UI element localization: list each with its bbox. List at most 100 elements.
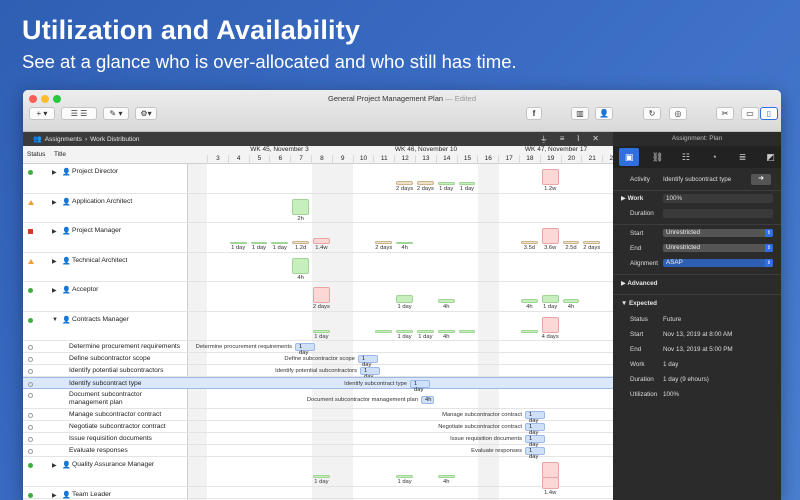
show-inspector-button[interactable]: ▯ [760,107,778,120]
alignment-select[interactable]: ASAP ⇕ [663,259,773,267]
task-row[interactable]: Negotiate subcontractor contract Negotiat… [23,421,613,436]
start-select[interactable]: Unrestricted ⇕ [663,229,773,237]
task-duration-pill[interactable]: 1 day [360,367,380,380]
utilization-bar[interactable] [541,462,559,478]
style-icon[interactable]: ◩ [761,148,781,166]
disclosure-collapsed-icon[interactable]: ▶ [52,169,57,176]
outline-indent-buttons[interactable]: ☰ ☰ [61,107,97,120]
utilization-bar[interactable] [292,257,309,274]
task-row[interactable]: Document subcontractor management plan Do… [23,389,613,409]
broom-icon[interactable]: ⌇ [576,134,580,145]
utilization-bar[interactable] [562,299,580,303]
filter-icon[interactable]: ⏚ [540,134,548,145]
clock-icon[interactable]: ◔ [704,148,724,166]
disclosure-collapsed-icon[interactable]: ▶ [52,492,57,499]
work-field[interactable]: 100% [663,194,773,203]
utilization-bar[interactable] [541,476,559,489]
link-icon[interactable]: ⛓ [647,148,667,166]
duration-field[interactable] [663,209,773,218]
utilization-bar[interactable] [541,169,559,185]
task-row[interactable]: Identify potential subcontractors Identif… [23,365,613,380]
tools-button[interactable]: ✂ [716,107,734,120]
task-row[interactable]: Determine procurement requirements Determ… [23,341,613,356]
utilization-bar[interactable] [583,241,601,244]
utilization-bar[interactable] [396,181,413,185]
utilization-bar[interactable] [458,329,476,333]
utilization-bar[interactable] [396,242,413,244]
utilization-bar[interactable] [250,242,268,244]
utilization-bar[interactable] [417,329,434,333]
settings-button[interactable]: ⚙▾ [135,107,157,120]
disclosure-collapsed-icon[interactable]: ▶ [52,462,57,469]
task-duration-pill[interactable]: 1 day [525,411,545,424]
task-row[interactable]: Issue requisition documents Issue requisi… [23,433,613,448]
utilization-bar[interactable] [437,299,455,303]
network-button[interactable]: ◎ [669,107,687,120]
go-arrow-button[interactable]: ➜ [751,174,771,185]
utilization-bar[interactable] [437,475,455,478]
clipboard-icon[interactable]: ▣ [619,148,640,166]
disclosure-collapsed-icon[interactable]: ▶ [52,228,57,235]
task-duration-pill[interactable]: 1 day [358,355,378,368]
task-row[interactable]: Define subcontractor scope Define subcont… [23,353,613,368]
show-bottom-pane-button[interactable]: ▭ [741,107,759,120]
disclosure-collapsed-icon[interactable]: ▶ [52,199,57,206]
task-duration-pill[interactable]: 4h [421,396,434,404]
task-duration-pill[interactable]: 1 day [295,343,315,356]
utilization-bar[interactable] [271,242,289,244]
task-duration-pill[interactable]: 1 day [525,435,545,448]
refresh-button[interactable]: ↻ [643,107,661,120]
utilization-bar[interactable] [521,299,538,303]
resource-row[interactable]: ▶ 👤 Technical Architect [23,253,613,282]
status-column-header[interactable]: Status [27,151,45,158]
task-row[interactable]: Identify subcontract type Identify subcon… [23,377,613,393]
utilization-bar[interactable] [313,287,330,303]
task-duration-pill[interactable]: 1 day [410,380,430,393]
outline-icon[interactable]: ≣ [732,148,752,166]
utilization-bar[interactable] [313,238,330,244]
utilization-bar[interactable] [396,295,413,303]
utilization-bar[interactable] [437,182,455,185]
breadcrumb-assignments[interactable]: Assignments [45,136,82,143]
resources-button[interactable]: ▥ [571,107,589,120]
align-icon[interactable]: ≡ [560,134,565,145]
task-row[interactable]: Evaluate responses Evaluate responses 1 da… [23,445,613,460]
utilization-bar[interactable] [396,329,413,333]
resource-row[interactable]: ▶ 👤 Team Leader [23,487,613,499]
utilization-bar[interactable] [437,329,455,333]
add-button[interactable]: + ▾ [29,107,55,120]
utilization-bar[interactable] [541,316,559,333]
utilization-bar[interactable] [229,242,247,244]
utilization-bar[interactable] [396,475,413,478]
utilization-bar[interactable] [292,241,309,244]
utilization-bar[interactable] [541,228,559,244]
utilization-bar[interactable] [521,329,538,333]
edit-button[interactable]: ✎ ▾ [103,107,129,120]
disclosure-expanded-icon[interactable]: ▼ [52,317,58,323]
task-duration-pill[interactable]: 1 day [525,423,545,436]
utilization-bar[interactable] [521,241,538,244]
end-select[interactable]: Unrestricted ⇕ [663,244,773,252]
task-row[interactable]: Manage subcontractor contract Manage subc… [23,409,613,424]
advanced-disclosure[interactable]: ▶ Advanced [621,280,657,287]
work-disclosure[interactable]: ▶ Work [621,195,643,202]
list-icon[interactable]: ☷ [676,148,696,166]
disclosure-collapsed-icon[interactable]: ▶ [52,287,57,294]
task-duration-pill[interactable]: 1 day [525,447,545,460]
wrench-icon[interactable]: ✕ [592,134,599,145]
utilization-bar[interactable] [313,329,330,333]
resource-row[interactable]: ▶ 👤 Project Director [23,164,613,194]
utilization-bar[interactable] [313,475,330,478]
resource-row[interactable]: ▶ 👤 Application Architect [23,194,613,223]
utilization-bar[interactable] [375,241,393,244]
expected-disclosure[interactable]: ▼ Expected [621,300,657,307]
title-column-header[interactable]: Title [54,151,66,158]
person-button[interactable]: 👤 [595,107,613,120]
breadcrumb-work-distribution[interactable]: Work Distribution [90,136,139,143]
disclosure-collapsed-icon[interactable]: ▶ [52,258,57,265]
utilization-bar[interactable] [562,241,580,244]
utilization-bar[interactable] [292,198,309,215]
utilization-bar[interactable] [541,295,559,303]
font-button[interactable]: f [526,107,542,120]
utilization-bar[interactable] [417,181,434,185]
